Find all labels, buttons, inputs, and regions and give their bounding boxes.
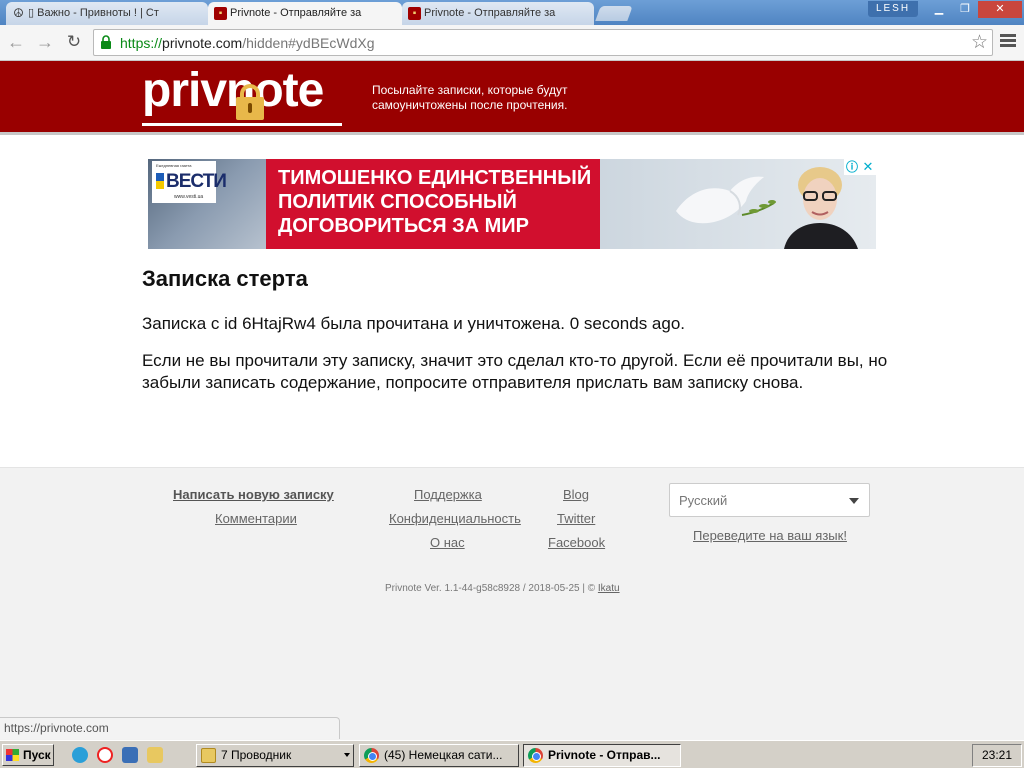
reload-icon[interactable]: ↻	[62, 31, 86, 55]
user-profile-badge[interactable]: LESH	[868, 1, 918, 17]
address-url: https://privnote.com/hidden#ydBEcWdXg	[120, 35, 375, 51]
telegram-icon[interactable]	[72, 747, 88, 763]
tab-title: Privnote - Отправляйте за	[424, 7, 556, 19]
caret-down-icon	[344, 753, 350, 757]
folder-icon	[201, 748, 216, 763]
politician-portrait	[784, 167, 858, 249]
show-desktop-icon[interactable]	[122, 747, 138, 763]
page-viewport: privnote Посылайте записки, которые буду…	[0, 61, 1024, 740]
chrome-icon	[364, 748, 379, 763]
forward-arrow-icon[interactable]: →	[33, 31, 57, 55]
system-clock[interactable]: 23:21	[972, 744, 1022, 767]
chrome-menu-icon[interactable]	[998, 32, 1018, 52]
facebook-link[interactable]: Facebook	[548, 535, 605, 550]
start-button[interactable]: Пуск	[2, 744, 54, 766]
advertisement-banner[interactable]: Ежедневная газета ВЕСТИ www.vesti.ua ТИМ…	[148, 159, 876, 249]
close-window-icon[interactable]: ✕	[978, 1, 1022, 18]
address-bar[interactable]: https://privnote.com/hidden#ydBEcWdXg ☆	[93, 29, 993, 56]
yandex-browser-icon[interactable]	[97, 747, 113, 763]
privnote-favicon-icon: ▪	[214, 7, 227, 20]
note-destroyed-message: Записка с id 6HtajRw4 была прочитана и у…	[142, 314, 686, 333]
task-chrome-german[interactable]: (45) Немецкая сати...	[359, 744, 519, 767]
note-content: Записка стерта Записка с id 6HtajRw4 был…	[142, 266, 892, 409]
logo-text: privnote	[142, 64, 324, 117]
bookmark-star-icon[interactable]: ☆	[971, 31, 988, 54]
browser-tab-strip: ☮ ▯ Важно - Привноты ! | Ст ▪ Privnote -…	[0, 0, 1024, 25]
windows-logo-icon	[6, 749, 19, 761]
tab-vazhno[interactable]: ☮ ▯ Важно - Привноты ! | Ст	[6, 2, 208, 25]
site-tagline: Посылайте записки, которые будут самоуни…	[372, 83, 568, 112]
dove-icon	[676, 176, 776, 224]
version-text: Privnote Ver. 1.1-44-g58c8928 / 2018-05-…	[385, 583, 598, 594]
minimize-icon[interactable]: ▁	[926, 1, 952, 18]
tab-privnote[interactable]: ▪ Privnote - Отправляйте за	[402, 2, 594, 25]
ad-info-icon[interactable]: ⓘ	[844, 159, 860, 175]
privacy-link[interactable]: Конфиденциальность	[389, 511, 521, 526]
page-title: Записка стерта	[142, 266, 308, 291]
chevron-down-icon	[849, 498, 859, 504]
twitter-link[interactable]: Twitter	[557, 511, 595, 526]
language-select-value: Русский	[679, 493, 728, 508]
ikatu-link[interactable]: Ikatu	[598, 583, 620, 594]
ukraine-flag-icon	[156, 173, 164, 189]
chrome-icon	[528, 748, 543, 763]
logo-lock-keyhole	[248, 103, 252, 113]
privnote-favicon-icon: ▪	[408, 7, 421, 20]
support-link[interactable]: Поддержка	[414, 487, 482, 502]
peace-icon: ☮	[13, 6, 24, 20]
back-arrow-icon[interactable]: ←	[4, 31, 28, 55]
ad-vesti-logo: Ежедневная газета ВЕСТИ www.vesti.ua	[152, 161, 227, 203]
ad-close-icon[interactable]: ✕	[860, 159, 876, 175]
blog-link[interactable]: Blog	[563, 487, 589, 502]
site-header: privnote Посылайте записки, которые буду…	[0, 61, 1024, 135]
tab-title: Privnote - Отправляйте за	[230, 7, 362, 19]
ad-headline-panel: ТИМОШЕНКО ЕДИНСТВЕННЫЙ ПОЛИТИК СПОСОБНЫЙ…	[266, 159, 600, 249]
ad-vesti-url: www.vesti.ua	[174, 194, 204, 200]
note-advice-message: Если не вы прочитали эту записку, значит…	[142, 351, 888, 392]
start-label: Пуск	[23, 748, 51, 762]
translate-link[interactable]: Переведите на ваш язык!	[693, 528, 847, 543]
version-info: Privnote Ver. 1.1-44-g58c8928 / 2018-05-…	[385, 583, 620, 594]
tab-privnote-active[interactable]: ▪ Privnote - Отправляйте за	[208, 2, 402, 25]
task-chrome-privnote[interactable]: Privnote - Отправ...	[523, 744, 681, 767]
folder-icon[interactable]	[147, 747, 163, 763]
browser-status-bar: https://privnote.com	[0, 717, 340, 739]
comments-link[interactable]: Комментарии	[215, 511, 297, 526]
new-note-link[interactable]: Написать новую записку	[173, 487, 334, 502]
new-tab-button[interactable]	[595, 6, 633, 21]
task-label: Privnote - Отправ...	[548, 748, 661, 762]
task-label: (45) Немецкая сати...	[384, 748, 503, 762]
maximize-icon[interactable]: ❐	[952, 1, 978, 18]
language-select[interactable]: Русский	[669, 483, 870, 517]
tab-title: ▯ Важно - Привноты ! | Ст	[28, 7, 159, 19]
logo-underline	[142, 123, 342, 126]
site-footer: Написать новую записку Комментарии Подде…	[0, 467, 1024, 740]
ad-vesti-name: ВЕСТИ	[166, 171, 227, 192]
browser-toolbar: ← → ↻ https://privnote.com/hidden#ydBEcW…	[0, 25, 1024, 61]
windows-taskbar: Пуск 7 Проводник (45) Немецкая сати... P…	[0, 740, 1024, 768]
about-link[interactable]: О нас	[430, 535, 465, 550]
ad-headline: ТИМОШЕНКО ЕДИНСТВЕННЫЙ ПОЛИТИК СПОСОБНЫЙ…	[278, 167, 592, 237]
task-label: 7 Проводник	[221, 748, 292, 762]
lock-icon	[101, 35, 111, 49]
ad-vesti-tagline: Ежедневная газета	[156, 163, 192, 168]
privnote-logo[interactable]: privnote	[142, 64, 342, 129]
task-explorer[interactable]: 7 Проводник	[196, 744, 354, 767]
